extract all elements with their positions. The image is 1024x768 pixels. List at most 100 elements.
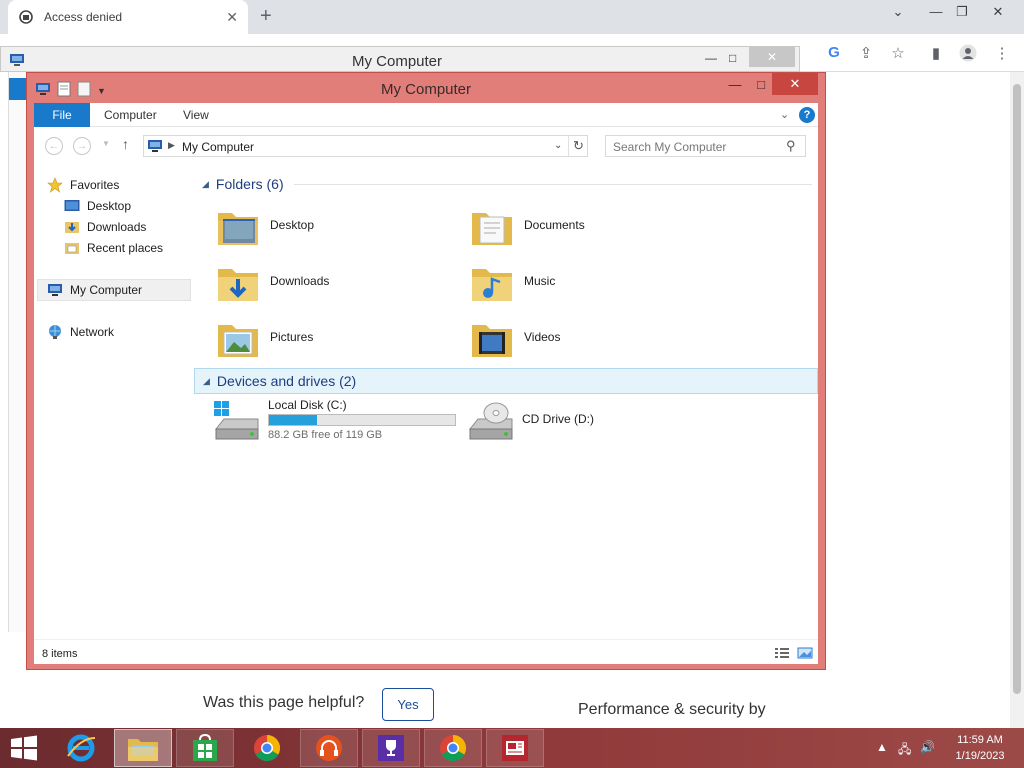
search-placeholder[interactable]: Search My Computer (613, 140, 726, 154)
drive-d-label: CD Drive (D:) (522, 412, 594, 426)
nav-label-recent: Recent places (87, 241, 164, 255)
side-panel-icon[interactable]: ▮ (926, 44, 946, 62)
folder-label-documents: Documents (524, 218, 585, 232)
tab-search-chevron-icon[interactable]: ⌄ (888, 4, 908, 20)
music-folder-icon (472, 269, 512, 301)
downloads-icon (64, 219, 80, 235)
large-icons-view-icon[interactable] (797, 647, 813, 659)
folder-tile-desktop[interactable]: Desktop (214, 201, 454, 253)
folders-group-header[interactable]: ◢ Folders (6) (194, 171, 818, 197)
browser-restore-icon[interactable]: ❐ (952, 4, 972, 20)
navigation-pane: Favorites Desktop Downloads Recent place… (34, 167, 194, 627)
nav-item-my-computer[interactable]: My Computer (47, 280, 142, 300)
folder-tile-pictures[interactable]: Pictures (214, 313, 454, 365)
folder-tile-music[interactable]: Music (468, 257, 708, 309)
bookmark-star-icon[interactable]: ☆ (888, 44, 908, 62)
minimize-icon[interactable]: — (723, 77, 747, 92)
address-text[interactable]: My Computer (182, 140, 254, 154)
share-icon[interactable]: ⇪ (856, 44, 876, 62)
scrollbar-thumb[interactable] (1013, 84, 1021, 694)
taskbar-clock[interactable]: 11:59 AM 1/19/2023 (946, 732, 1014, 764)
tab-close-icon[interactable]: ✕ (226, 9, 238, 26)
drive-c-free-space: 88.2 GB free of 119 GB (268, 429, 383, 441)
back-maximize-icon[interactable]: □ (729, 51, 736, 65)
profile-avatar-icon[interactable] (958, 44, 978, 62)
nav-item-downloads[interactable]: Downloads (64, 217, 146, 237)
forward-arrow-icon[interactable]: → (73, 137, 91, 155)
new-tab-icon[interactable]: + (260, 5, 272, 28)
folder-label-music: Music (524, 274, 556, 288)
yes-button[interactable]: Yes (382, 688, 434, 721)
back-minimize-icon[interactable]: — (705, 51, 717, 65)
nav-item-desktop[interactable]: Desktop (64, 196, 131, 216)
file-explorer-taskbar-icon[interactable] (114, 729, 172, 767)
windows-start-icon[interactable] (8, 734, 40, 762)
browser-menu-icon[interactable]: ⋮ (992, 44, 1012, 62)
folder-tile-videos[interactable]: Videos (468, 313, 708, 365)
computer-icon (47, 282, 63, 298)
tab-file[interactable]: File (34, 103, 90, 127)
google-icon[interactable]: G (824, 44, 844, 62)
item-count: 8 items (42, 648, 78, 660)
page-scrollbar[interactable] (1010, 72, 1024, 728)
network-icon (47, 324, 63, 340)
games-trophy-taskbar-icon[interactable] (362, 729, 420, 767)
browser-close-icon[interactable]: ✕ (988, 4, 1008, 20)
back-arrow-icon[interactable]: ← (45, 137, 63, 155)
chrome-taskbar-icon-2[interactable] (424, 729, 482, 767)
refresh-icon[interactable]: ↻ (568, 136, 588, 156)
details-view-icon[interactable] (774, 647, 790, 659)
up-arrow-icon[interactable]: ↑ (122, 136, 129, 152)
recent-locations-icon[interactable]: ▼ (102, 139, 110, 148)
tab-view[interactable]: View (183, 103, 209, 127)
back-close-icon[interactable]: ✕ (749, 47, 795, 67)
folder-label-pictures: Pictures (270, 330, 314, 344)
collapse-triangle-icon[interactable]: ◢ (203, 376, 210, 387)
explorer-body: File Computer View ⌄ ? ← → ▼ ↑ ▶ My Comp… (34, 103, 818, 664)
collapse-triangle-icon[interactable]: ◢ (202, 179, 209, 190)
search-box[interactable]: Search My Computer ⚲ (605, 135, 806, 157)
browser-minimize-icon[interactable]: — (926, 4, 946, 19)
performance-security-text: Performance & security by (578, 701, 766, 718)
internet-explorer-taskbar-icon[interactable] (52, 729, 110, 767)
maximize-icon[interactable]: □ (749, 77, 773, 92)
explorer-titlebar[interactable]: ▼ My Computer — □ ✕ (27, 73, 825, 103)
nav-item-recent-places[interactable]: Recent places (64, 238, 163, 258)
nav-label-my-computer: My Computer (70, 283, 143, 297)
show-hidden-icons-icon[interactable]: ▲ (876, 740, 888, 754)
music-app-taskbar-icon[interactable] (300, 729, 358, 767)
search-icon[interactable]: ⚲ (786, 138, 796, 154)
expand-ribbon-icon[interactable]: ⌄ (780, 108, 789, 121)
folder-label-desktop: Desktop (270, 218, 315, 232)
status-bar: 8 items (34, 639, 818, 664)
drive-c-usage-fill (269, 415, 318, 425)
devices-group-header[interactable]: ◢ Devices and drives (2) (194, 368, 818, 394)
close-icon[interactable]: ✕ (772, 73, 818, 95)
nav-label-favorites: Favorites (70, 178, 120, 192)
drive-tile-c[interactable]: Local Disk (C:) 88.2 GB free of 119 GB (212, 397, 462, 449)
folder-tile-downloads[interactable]: Downloads (214, 257, 454, 309)
nav-label-network: Network (70, 325, 115, 339)
drive-tile-d[interactable]: CD Drive (D:) (466, 397, 666, 449)
chrome-taskbar-icon[interactable] (238, 729, 296, 767)
nav-item-favorites[interactable]: Favorites (47, 175, 119, 195)
local-disk-icon (214, 401, 259, 440)
breadcrumb-chevron-icon[interactable]: ▶ (168, 140, 175, 151)
back-explorer-window[interactable]: My Computer — □ ✕ (0, 46, 800, 72)
volume-icon[interactable]: 🔊 (920, 740, 935, 754)
folder-tile-documents[interactable]: Documents (468, 201, 708, 253)
cd-drive-icon (468, 402, 513, 440)
news-app-taskbar-icon[interactable] (486, 729, 544, 767)
network-tray-icon[interactable]: 🖧 (898, 740, 911, 761)
nav-item-network[interactable]: Network (47, 322, 114, 342)
tab-computer[interactable]: Computer (104, 103, 157, 127)
help-icon[interactable]: ? (799, 107, 815, 123)
address-dropdown-icon[interactable]: ⌄ (554, 140, 562, 151)
explorer-window[interactable]: ▼ My Computer — □ ✕ File Computer View ⌄… (26, 72, 826, 670)
browser-tab[interactable]: Access denied ✕ (8, 0, 248, 34)
desktop-folder-icon (218, 213, 258, 245)
folders-group-label: Folders (6) (215, 176, 284, 192)
address-bar[interactable]: ▶ My Computer ⌄ ↻ (143, 135, 588, 157)
store-taskbar-icon[interactable] (176, 729, 234, 767)
taskbar: ▲ 🖧 🔊 11:59 AM 1/19/2023 (0, 728, 1024, 768)
